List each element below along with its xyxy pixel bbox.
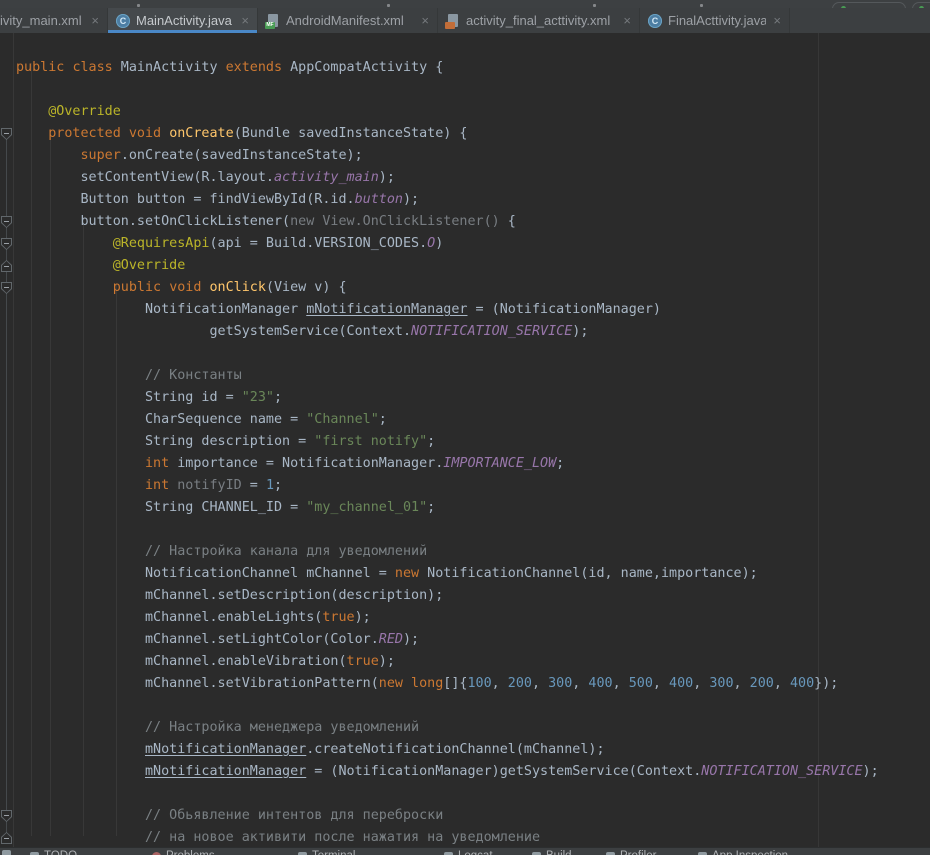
code-line: mChannel.enableVibration(true); [0, 651, 930, 673]
ide-window: ivity_main.xml×CMainActivity.java×MFAndr… [0, 0, 930, 855]
code-line: public class MainActivity extends AppCom… [0, 57, 930, 79]
code-line: // Настройка менеджера уведомлений [0, 717, 930, 739]
code-line: mChannel.setVibrationPattern(new long[]{… [0, 673, 930, 695]
tab-androidmanifest-xml[interactable]: MF AndroidManifest.xml × [258, 8, 438, 33]
layout-xml-icon [446, 14, 460, 28]
code-line [0, 519, 930, 541]
terminal-icon [298, 852, 307, 855]
code-line: // Константы [0, 365, 930, 387]
tool-window-button-app-inspection[interactable]: App Inspection [698, 850, 788, 855]
code-line: // Обьявление интентов для переброски [0, 805, 930, 827]
tab-ivity-main-xml[interactable]: ivity_main.xml× [0, 8, 108, 33]
tab-label: AndroidManifest.xml [286, 13, 404, 28]
code-line: mChannel.enableLights(true); [0, 607, 930, 629]
code-line: NotificationManager mNotificationManager… [0, 299, 930, 321]
logcat-icon [444, 852, 453, 855]
tool-window-bar: TODO Problems Terminal Logcat Build Profiler A… [0, 847, 930, 855]
code-line: // Настройка канала для уведомлений [0, 541, 930, 563]
code-line: @Override [0, 255, 930, 277]
tool-window-button-label: App Inspection [712, 850, 788, 855]
code-line [0, 79, 930, 101]
java-class-icon: C [648, 14, 662, 28]
file-type-badge: MF [265, 22, 275, 29]
code-line [0, 695, 930, 717]
tool-window-button-terminal[interactable]: Terminal [298, 850, 355, 855]
code-line: @RequiresApi(api = Build.VERSION_CODES.O… [0, 233, 930, 255]
code-editor[interactable]: public class MainActivity extends AppCom… [0, 33, 930, 848]
code-line: CharSequence name = "Channel"; [0, 409, 930, 431]
build-icon [532, 852, 541, 855]
profiler-icon [606, 852, 615, 855]
code-line [0, 343, 930, 365]
tab-label: activity_final_acttivity.xml [466, 13, 610, 28]
todo-icon [30, 852, 39, 855]
code-line [0, 783, 930, 805]
code-line: button.setOnClickListener(new View.OnCli… [0, 211, 930, 233]
tool-window-button-label: Logcat [458, 850, 493, 855]
tool-window-button-logcat[interactable]: Logcat [444, 850, 493, 855]
tab-close-icon[interactable]: × [766, 14, 781, 27]
toolbar-icon [700, 4, 703, 7]
code-line: mChannel.setDescription(description); [0, 585, 930, 607]
code-line: setContentView(R.layout.activity_main); [0, 167, 930, 189]
tool-window-button-build[interactable]: Build [532, 850, 572, 855]
tab-finalacttivity-java[interactable]: C FinalActtivity.java× [640, 8, 790, 33]
tool-window-bars-button[interactable] [2, 850, 11, 855]
tab-label: FinalActtivity.java [668, 13, 766, 28]
tab-close-icon[interactable]: × [84, 14, 99, 27]
code-line: NotificationChannel mChannel = new Notif… [0, 563, 930, 585]
code-area[interactable]: public class MainActivity extends AppCom… [0, 57, 930, 848]
tool-window-button-profiler[interactable]: Profiler [606, 850, 656, 855]
tool-window-button-todo[interactable]: TODO [30, 850, 77, 855]
code-line: @Override [0, 101, 930, 123]
tool-window-button-label: Profiler [620, 850, 656, 855]
toolbar-icon [387, 4, 390, 7]
tab-close-icon[interactable]: × [414, 14, 429, 27]
tab-close-icon[interactable]: × [616, 14, 631, 27]
tab-label: MainActivity.java [136, 13, 232, 28]
tool-window-button-problems[interactable]: Problems [152, 850, 215, 855]
code-line: public void onClick(View v) { [0, 277, 930, 299]
code-line: mNotificationManager.createNotificationC… [0, 739, 930, 761]
code-line: Button button = findViewById(R.id.button… [0, 189, 930, 211]
code-line: String description = "first notify"; [0, 431, 930, 453]
tab-close-icon[interactable]: × [234, 14, 249, 27]
java-class-icon: C [116, 14, 130, 28]
code-line: super.onCreate(savedInstanceState); [0, 145, 930, 167]
tab-mainactivity-java[interactable]: C MainActivity.java× [108, 8, 258, 33]
editor-tab-bar: ivity_main.xml×CMainActivity.java×MFAndr… [0, 8, 930, 33]
tool-window-button-label: TODO [44, 850, 77, 855]
tab-label: ivity_main.xml [0, 13, 82, 28]
tool-window-button-label: Build [546, 850, 572, 855]
tool-window-button-label: Problems [166, 850, 215, 855]
manifest-file-icon: MF [266, 14, 280, 28]
tool-window-bars-icon [2, 850, 11, 855]
code-line: mChannel.setLightColor(Color.RED); [0, 629, 930, 651]
code-line: getSystemService(Context.NOTIFICATION_SE… [0, 321, 930, 343]
problems-icon [152, 852, 161, 855]
code-line: mNotificationManager = (NotificationMana… [0, 761, 930, 783]
toolbar-icon [137, 4, 140, 7]
tab-activity-final-acttivity-xml[interactable]: activity_final_acttivity.xml × [438, 8, 640, 33]
app-inspection-icon [698, 852, 707, 855]
code-line: String id = "23"; [0, 387, 930, 409]
code-line: protected void onCreate(Bundle savedInst… [0, 123, 930, 145]
code-line: int notifyID = 1; [0, 475, 930, 497]
code-line: String CHANNEL_ID = "my_channel_01"; [0, 497, 930, 519]
file-type-badge [445, 22, 455, 29]
code-line: int importance = NotificationManager.IMP… [0, 453, 930, 475]
toolbar-icon [593, 4, 596, 7]
code-line: // на новое активити после нажатия на ув… [0, 827, 930, 848]
tool-window-button-label: Terminal [312, 850, 355, 855]
